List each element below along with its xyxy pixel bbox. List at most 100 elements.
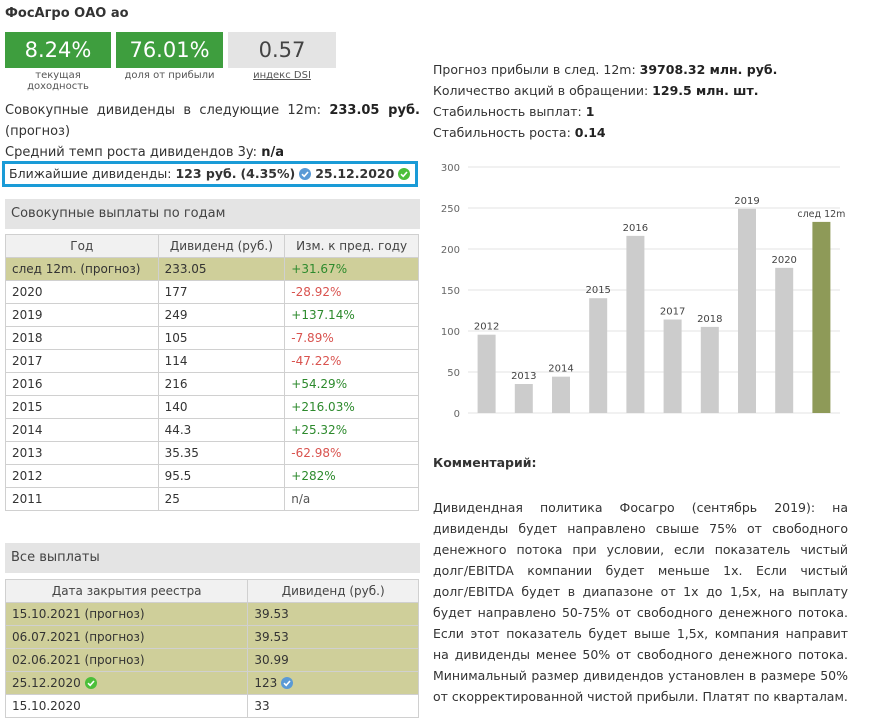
- dividend-cell: 249: [157, 303, 286, 327]
- record-date-cell: 25.12.2020: [4, 671, 249, 695]
- company-stats: Прогноз прибыли в след. 12m: 39708.32 мл…: [433, 59, 777, 143]
- change-cell: +137.14%: [284, 303, 419, 327]
- dividend-cell: 105: [157, 326, 286, 350]
- current-yield-caption: текущая доходность: [27, 70, 89, 92]
- yearly-payouts-table: Год Дивиденд (руб.) Изм. к пред. году сл…: [5, 234, 419, 511]
- green-check-icon: [398, 168, 411, 180]
- dividend-cell: 25: [157, 487, 286, 511]
- table-row: 2018 105 -7.89%: [5, 326, 419, 350]
- all-payments-table: Дата закрытия реестра Дивиденд (руб.) 15…: [4, 579, 419, 718]
- column-header-payment: Дивиденд (руб.): [247, 579, 419, 603]
- payment-cell: 33: [247, 694, 419, 718]
- year-cell: 2012: [5, 464, 159, 488]
- bar-category-label: 2020: [771, 255, 796, 266]
- bar-category-label: 2014: [548, 364, 573, 375]
- chart-bar: [663, 319, 682, 413]
- payout-stability-line: Стабильность выплат: 1: [433, 104, 595, 119]
- y-tick-label: 50: [447, 368, 460, 379]
- change-cell: +282%: [284, 464, 419, 488]
- column-header-year: Год: [5, 234, 159, 258]
- blue-check-icon: [299, 168, 312, 180]
- table-row: 2014 44.3 +25.32%: [5, 418, 419, 442]
- blue-check-icon: [281, 677, 294, 689]
- change-cell: -28.92%: [284, 280, 419, 304]
- year-cell: 2019: [5, 303, 159, 327]
- change-cell: +25.32%: [284, 418, 419, 442]
- dividend-cell: 95.5: [157, 464, 286, 488]
- table-row: след 12m. (прогноз) 233.05 +31.67%: [5, 257, 419, 281]
- year-cell: 2020: [5, 280, 159, 304]
- current-yield-tile: 8.24%: [5, 32, 111, 68]
- shares-outstanding-line: Количество акций в обращении: 129.5 млн.…: [433, 83, 759, 98]
- change-cell: n/a: [284, 487, 419, 511]
- change-cell: +216.03%: [284, 395, 419, 419]
- column-header-dividend: Дивиденд (руб.): [157, 234, 286, 258]
- year-cell: 2015: [5, 395, 159, 419]
- bar-category-label: 2017: [660, 307, 685, 318]
- bar-category-label: след 12m: [797, 209, 845, 220]
- bar-category-label: 2019: [734, 196, 759, 207]
- record-date-cell: 02.06.2021 (прогноз): [4, 648, 249, 672]
- chart-bar: [775, 267, 794, 413]
- y-tick-label: 250: [441, 204, 460, 215]
- payment-cell: 39.53: [247, 602, 419, 626]
- chart-bar: [589, 298, 608, 413]
- payment-cell: 123: [247, 671, 419, 695]
- change-cell: +54.29%: [284, 372, 419, 396]
- change-cell: -47.22%: [284, 349, 419, 373]
- table-row: 2015 140 +216.03%: [5, 395, 419, 419]
- dividend-cell: 44.3: [157, 418, 286, 442]
- y-tick-label: 200: [441, 245, 460, 256]
- y-tick-label: 100: [441, 327, 460, 338]
- year-cell: след 12m. (прогноз): [5, 257, 159, 281]
- record-date-cell: 06.07.2021 (прогноз): [4, 625, 249, 649]
- comment-text: Дивидендная политика Фосагро (сентябрь 2…: [433, 500, 848, 704]
- yearly-payouts-header: Совокупные выплаты по годам: [5, 199, 420, 229]
- total-dividends-note: (прогноз): [5, 124, 71, 139]
- bar-category-label: 2013: [511, 371, 536, 382]
- table-row: 15.10.2020 33: [4, 694, 419, 718]
- year-cell: 2018: [5, 326, 159, 350]
- growth-stability-line: Стабильность роста: 0.14: [433, 125, 606, 140]
- total-dividends-line: Совокупные дивиденды в следующие 12m: 23…: [5, 103, 420, 118]
- green-check-icon: [84, 677, 97, 689]
- y-tick-label: 150: [441, 286, 460, 297]
- dividends-bar-chart: 0 50 100 150 200 250 300 2012 2013 2014 2015 2016 20…: [441, 163, 846, 420]
- chart-bar: [552, 376, 570, 413]
- dividend-cell: 233.05: [157, 257, 286, 281]
- dividend-cell: 177: [157, 280, 286, 304]
- table-row: 2013 35.35 -62.98%: [5, 441, 419, 465]
- table-row: 2017 114 -47.22%: [5, 349, 419, 373]
- chart-bar: [514, 384, 533, 413]
- comment-title: Комментарий:: [433, 455, 537, 470]
- bar-category-label: 2012: [474, 322, 499, 333]
- dsi-index-link[interactable]: индекс DSI: [228, 70, 336, 81]
- payout-ratio-caption: доля от прибыли: [124, 70, 215, 81]
- table-row: 2016 216 +54.29%: [5, 372, 419, 396]
- table-row: 15.10.2021 (прогноз) 39.53: [4, 602, 419, 626]
- dsi-index-tile: 0.57: [228, 32, 336, 68]
- change-cell: -62.98%: [284, 441, 419, 465]
- company-title: ФосАгро ОАО ао: [5, 6, 129, 21]
- chart-bar: [700, 326, 719, 413]
- year-cell: 2011: [5, 487, 159, 511]
- y-tick-label: 300: [441, 163, 460, 174]
- avg-growth-line: Средний темп роста дивидендов 3y: n/a: [5, 145, 284, 160]
- chart-bar: [812, 221, 831, 413]
- table-row: 2019 249 +137.14%: [5, 303, 419, 327]
- table-row: 25.12.2020 123: [4, 671, 419, 695]
- table-row: 2011 25 n/a: [5, 487, 419, 511]
- column-header-change: Изм. к пред. году: [284, 234, 419, 258]
- table-row: 2012 95.5 +282%: [5, 464, 419, 488]
- dividend-cell: 140: [157, 395, 286, 419]
- year-cell: 2016: [5, 372, 159, 396]
- chart-bar: [738, 208, 756, 413]
- payment-cell: 30.99: [247, 648, 419, 672]
- dividend-cell: 35.35: [157, 441, 286, 465]
- year-cell: 2013: [5, 441, 159, 465]
- all-payments-header: Все выплаты: [5, 543, 420, 573]
- chart-bar: [626, 235, 645, 413]
- column-header-record-date: Дата закрытия реестра: [4, 579, 249, 603]
- bar-category-label: 2016: [623, 223, 648, 234]
- dividend-cell: 216: [157, 372, 286, 396]
